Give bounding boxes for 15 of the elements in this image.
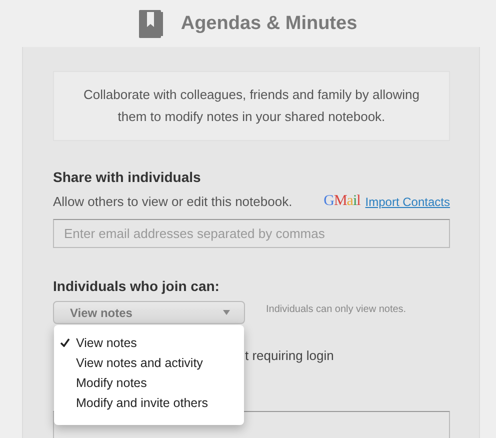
notebook-icon — [138, 10, 163, 38]
permissions-heading: Individuals who join can: — [53, 278, 220, 294]
menu-option[interactable]: Modify and invite others — [54, 393, 244, 413]
notebook-title: Agendas & Minutes — [180, 12, 358, 34]
share-description: Allow others to view or edit this notebook. — [53, 194, 292, 209]
menu-option[interactable]: View notes — [54, 333, 244, 353]
gmail-logo: GMail — [324, 193, 360, 210]
caret-icon — [223, 310, 230, 315]
permission-hint: Individuals can only view notes. — [266, 304, 406, 315]
email-field[interactable]: Enter email addresses separated by commas — [53, 219, 450, 248]
menu-option[interactable]: Modify notes — [54, 373, 244, 393]
share-heading: Share with individuals — [53, 169, 202, 185]
intro-text: Collaborate with colleagues, friends and family by allowing them to modify notes in your shared notebook. — [53, 71, 450, 141]
menu-option[interactable]: View notes and activity — [54, 353, 244, 373]
preview-label: t requiring login — [245, 348, 334, 363]
